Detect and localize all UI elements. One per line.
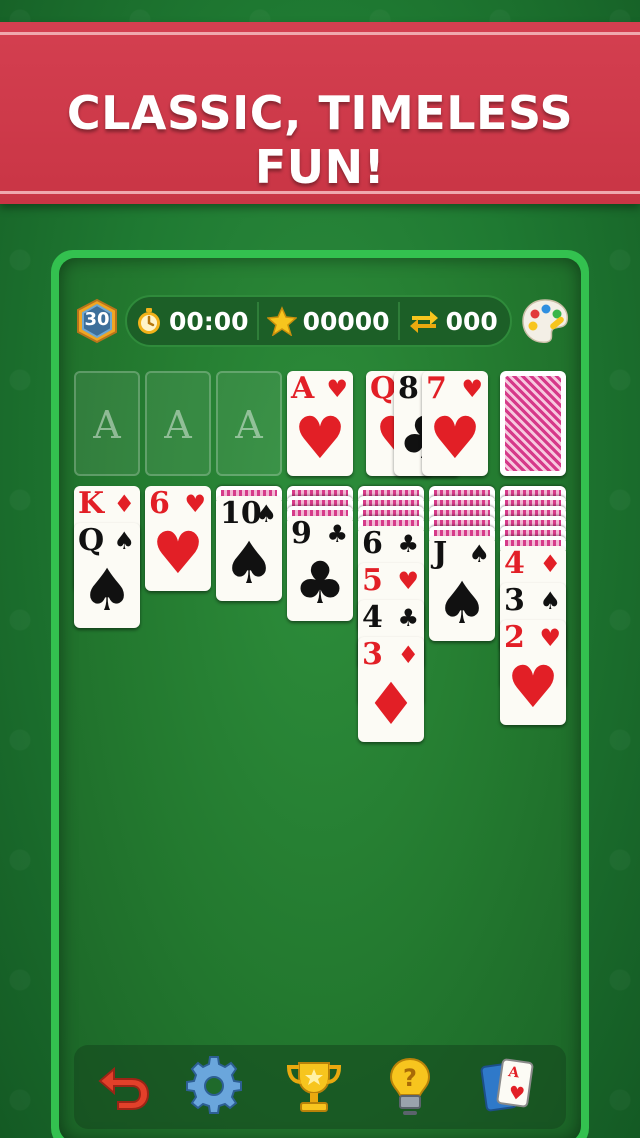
- card-rank: 4: [504, 546, 525, 581]
- banner-title: CLASSIC, TIMELESS FUN!: [66, 86, 574, 194]
- card-suit-small: ♥: [397, 567, 419, 595]
- card-rank: 2: [504, 620, 525, 655]
- svg-text:♥: ♥: [507, 1082, 526, 1105]
- score-value: 00000: [302, 306, 390, 336]
- card-rank: Q: [370, 371, 397, 406]
- foundation-slot[interactable]: A: [74, 371, 140, 476]
- lightbulb-icon: ?: [389, 1057, 431, 1115]
- gear-icon: [186, 1056, 242, 1114]
- card-rank: 6: [362, 526, 383, 561]
- foundation-card[interactable]: A ♥ ♥: [287, 371, 353, 476]
- card-rank: 7: [426, 371, 447, 406]
- settings-button[interactable]: [183, 1055, 245, 1117]
- tableau-card[interactable]: 2 ♥ ♥: [500, 620, 566, 725]
- card-suit-large: ♦: [365, 670, 417, 738]
- swap-arrows-icon: [409, 311, 438, 333]
- card-suit-small: ♠: [113, 527, 135, 555]
- card-suit-large: ♣: [294, 549, 346, 617]
- foundation-slot[interactable]: A: [145, 371, 211, 476]
- hint-button[interactable]: ?: [379, 1055, 441, 1117]
- moves-segment: 000: [400, 297, 506, 345]
- card-suit-small: ♦: [113, 490, 135, 518]
- card-suit-large: ♥: [152, 519, 204, 587]
- card-suit-large: ♠: [81, 556, 133, 624]
- card-suit-small: ♠: [539, 587, 561, 615]
- foundation-slot-label: A: [164, 403, 192, 447]
- card-suit-large: ♥: [429, 404, 481, 472]
- waste-top-card[interactable]: 7 ♥ ♥: [422, 371, 488, 476]
- banner-stripe-top: [0, 32, 640, 35]
- stopwatch-icon: [138, 308, 160, 334]
- star-icon: [266, 306, 297, 336]
- score-segment: 00000: [259, 297, 398, 345]
- moves-value: 000: [445, 306, 498, 336]
- card-rank: 8: [398, 371, 419, 406]
- banner-stripe-bottom: [0, 191, 640, 194]
- tableau-card[interactable]: Q ♠ ♠: [74, 523, 140, 628]
- card-suit-large: ♥: [507, 653, 559, 721]
- card-suit-small: ♥: [539, 624, 561, 652]
- level-badge[interactable]: 30: [74, 298, 120, 344]
- card-rank: 6: [149, 486, 170, 521]
- foundation-slot-label: A: [93, 403, 121, 447]
- tableau-card[interactable]: 6 ♥ ♥: [145, 486, 211, 591]
- svg-text:?: ?: [403, 1064, 417, 1092]
- stats-bar: 00:00 00000 000: [125, 295, 512, 347]
- undo-button[interactable]: [94, 1055, 156, 1117]
- cards-icon: A ♥: [480, 1058, 534, 1112]
- card-rank: K: [78, 486, 105, 521]
- card-suit-large: ♥: [294, 404, 346, 472]
- timer-value: 00:00: [169, 306, 249, 336]
- tableau-card[interactable]: 10 ♠ ♠: [216, 496, 282, 601]
- card-rank: 3: [504, 583, 525, 618]
- card-rank: J: [433, 536, 448, 571]
- card-suit-small: ♠: [468, 540, 490, 568]
- trophy-icon: [286, 1062, 342, 1112]
- card-suit-large: ♠: [436, 569, 488, 637]
- tableau-card[interactable]: 3 ♦ ♦: [358, 637, 424, 742]
- foundation-slot[interactable]: A: [216, 371, 282, 476]
- card-rank: A: [291, 371, 315, 406]
- card-suit-small: ♥: [184, 490, 206, 518]
- tableau-card[interactable]: 9 ♣ ♣: [287, 516, 353, 621]
- leaderboard-button[interactable]: [283, 1055, 345, 1117]
- new-game-button[interactable]: A ♥: [478, 1055, 540, 1117]
- theme-button[interactable]: [519, 296, 571, 346]
- card-suit-small: ♣: [397, 604, 419, 632]
- card-rank: Q: [78, 523, 105, 558]
- card-rank: 4: [362, 600, 383, 635]
- card-suit-small: ♥: [326, 375, 348, 403]
- stock-pile[interactable]: [500, 371, 566, 476]
- card-suit-small: ♣: [397, 530, 419, 558]
- card-suit-small: ♣: [326, 520, 348, 548]
- card-suit-small: ♠: [255, 500, 277, 528]
- card-rank: 5: [362, 563, 383, 598]
- tableau-card[interactable]: J ♠ ♠: [429, 536, 495, 641]
- card-suit-large: ♠: [223, 529, 275, 597]
- undo-arrow-icon: [98, 1066, 150, 1110]
- card-suit-small: ♦: [539, 550, 561, 578]
- level-number: 30: [84, 309, 110, 330]
- card-suit-small: ♦: [397, 641, 419, 669]
- promo-banner: CLASSIC, TIMELESS FUN!: [0, 22, 640, 204]
- card-rank: 9: [291, 516, 312, 551]
- foundation-slot-label: A: [235, 403, 263, 447]
- card-suit-small: ♥: [461, 375, 483, 403]
- card-rank: 3: [362, 637, 383, 672]
- timer-segment: 00:00: [127, 297, 257, 345]
- palette-icon: [522, 299, 568, 343]
